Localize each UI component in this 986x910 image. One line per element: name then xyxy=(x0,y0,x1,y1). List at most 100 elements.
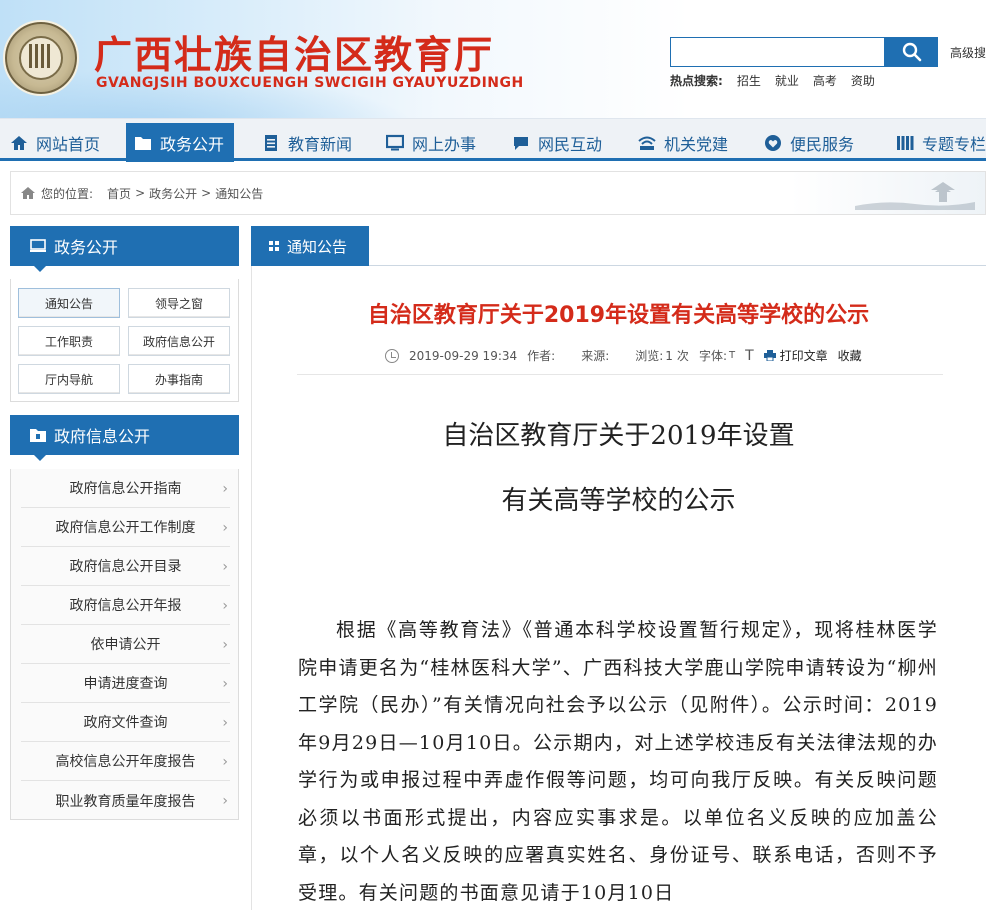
monitor-icon xyxy=(386,134,404,150)
emblem-building-icon xyxy=(29,44,53,68)
nav-item-interaction[interactable]: 网民互动 xyxy=(512,123,602,162)
sidebar-list-item[interactable]: 政府信息公开工作制度 › xyxy=(21,508,230,547)
chat-icon xyxy=(514,136,528,150)
font-large-button[interactable]: T xyxy=(745,348,754,364)
list-item-label: 政府信息公开指南 xyxy=(69,481,182,497)
article-author-label: 作者: xyxy=(527,349,556,363)
breadcrumb-item-home[interactable]: 首页 xyxy=(107,185,131,202)
sidebar-list-item[interactable]: 依申请公开 › xyxy=(21,625,230,664)
sidebar-link-leadership[interactable]: 领导之窗 xyxy=(128,288,230,318)
search-button[interactable] xyxy=(885,37,938,67)
list-item-label: 政府文件查询 xyxy=(83,715,168,731)
article-views-label: 浏览: xyxy=(635,349,664,363)
sidebar-link-service-guide[interactable]: 办事指南 xyxy=(128,364,230,394)
site-title[interactable]: 广西壮族自治区教育厅 xyxy=(94,24,494,79)
search-input[interactable] xyxy=(670,37,885,67)
sidebar-link-internal-nav[interactable]: 厅内导航 xyxy=(18,364,120,394)
article-title: 自治区教育厅关于2019年设置有关高等学校的公示 xyxy=(367,303,870,328)
printer-icon xyxy=(763,350,776,361)
list-item-label: 政府信息公开目录 xyxy=(69,559,182,575)
sidebar-gov-affairs-panel: 通知公告 领导之窗 工作职责 政府信息公开 厅内导航 办事指南 xyxy=(10,279,239,402)
list-item-label: 高校信息公开年度报告 xyxy=(55,754,196,770)
heart-icon xyxy=(765,134,781,151)
article-views-value: 1 xyxy=(665,348,673,363)
hot-search-item[interactable]: 高考 xyxy=(813,72,837,89)
grid-icon xyxy=(269,241,279,251)
nav-item-public-service[interactable]: 便民服务 xyxy=(764,123,854,162)
tab-label: 通知公告 xyxy=(287,237,348,256)
sidebar-list-item[interactable]: 政府信息公开指南 › xyxy=(21,469,230,508)
nav-item-party-building[interactable]: 机关党建 xyxy=(638,123,728,162)
sidebar-list-item[interactable]: 政府文件查询 › xyxy=(21,703,230,742)
article-source-label: 来源: xyxy=(581,349,610,363)
nav-label: 网上办事 xyxy=(412,134,477,154)
sidebar-list-item[interactable]: 申请进度查询 › xyxy=(21,664,230,703)
breadcrumb-label: 您的位置: xyxy=(41,186,94,201)
hot-search-bar: 热点搜索: 招生 就业 高考 资助 xyxy=(670,72,875,89)
sidebar-gov-info-panel: 政府信息公开指南 › 政府信息公开工作制度 › 政府信息公开目录 › 政府信息公开年报… xyxy=(10,469,239,820)
breadcrumb: 您的位置: 首页 > 政务公开 > 通知公告 xyxy=(10,171,986,215)
pagoda-decoration xyxy=(855,182,975,210)
nav-label: 政务公开 xyxy=(160,134,225,154)
nav-item-special-topics[interactable]: 专题专栏 xyxy=(896,123,986,162)
main-section-header: 通知公告 xyxy=(251,226,986,266)
nav-label: 网站首页 xyxy=(36,134,101,154)
nav-item-news[interactable]: 教育新闻 xyxy=(262,123,352,162)
nav-label: 机关党建 xyxy=(664,134,729,154)
sidebar-list-item[interactable]: 职业教育质量年度报告 › xyxy=(21,781,230,820)
main-nav: 网站首页 政务公开 教育新闻 网上办事 网民互动 机关党建 便民服务 专题专栏 xyxy=(0,118,986,162)
chevron-right-icon: › xyxy=(222,559,228,575)
nav-label: 便民服务 xyxy=(790,134,855,154)
article-meta: 2019-09-29 19:34 作者: 来源: 浏览: 1 次 字体: T T… xyxy=(385,347,872,364)
nav-item-home[interactable]: 网站首页 xyxy=(10,123,100,162)
sidebar-list-item[interactable]: 政府信息公开年报 › xyxy=(21,586,230,625)
sidebar-section-gov-info-header: 政府信息公开 xyxy=(10,415,239,461)
nav-label: 专题专栏 xyxy=(922,134,986,154)
article-views-unit: 次 xyxy=(676,349,689,363)
folder-icon xyxy=(135,136,151,150)
breadcrumb-item-notices[interactable]: 通知公告 xyxy=(215,185,263,202)
chevron-right-icon: › xyxy=(222,637,228,653)
sidebar-section-title: 政府信息公开 xyxy=(54,427,151,446)
sidebar-list-item[interactable]: 政府信息公开目录 › xyxy=(21,547,230,586)
article-datetime: 2019-09-29 19:34 xyxy=(409,348,518,363)
hot-search-item[interactable]: 招生 xyxy=(737,72,761,89)
article-paragraph: 根据《高等教育法》《普通本科学校设置暂行规定》，现将桂林医学院申请更名为“桂林医… xyxy=(298,619,938,904)
search-icon xyxy=(902,42,921,62)
list-item-label: 政府信息公开工作制度 xyxy=(55,520,196,536)
list-item-label: 申请进度查询 xyxy=(83,676,168,692)
nav-label: 网民互动 xyxy=(538,134,603,154)
sidebar-list-item[interactable]: 高校信息公开年度报告 › xyxy=(21,742,230,781)
sidebar-link-notices[interactable]: 通知公告 xyxy=(18,288,120,318)
nav-item-online-service[interactable]: 网上办事 xyxy=(386,123,476,162)
sidebar-link-duties[interactable]: 工作职责 xyxy=(18,326,120,356)
favorite-link[interactable]: 收藏 xyxy=(838,347,862,364)
font-small-button[interactable]: T xyxy=(729,350,735,361)
chevron-right-icon: › xyxy=(222,481,228,497)
chevron-right-icon: › xyxy=(222,754,228,770)
emblem-logo[interactable] xyxy=(3,20,79,96)
hot-search-item[interactable]: 资助 xyxy=(851,72,875,89)
tab-notices[interactable]: 通知公告 xyxy=(251,226,369,266)
breadcrumb-separator: > xyxy=(135,186,146,200)
folder-info-icon xyxy=(30,429,46,442)
sidebar-section-title: 政务公开 xyxy=(54,238,119,257)
piano-icon xyxy=(897,135,914,150)
monitor-icon xyxy=(30,239,46,252)
chevron-right-icon: › xyxy=(222,715,228,731)
document-title-line1: 自治区教育厅关于2019年设置 xyxy=(442,421,795,451)
sidebar-link-gov-info[interactable]: 政府信息公开 xyxy=(128,326,230,356)
print-article-link[interactable]: 打印文章 xyxy=(780,347,828,364)
document-icon xyxy=(265,134,277,151)
advanced-search-link[interactable]: 高级搜 xyxy=(950,44,986,61)
clock-icon xyxy=(385,348,399,363)
breadcrumb-item-gov-affairs[interactable]: 政务公开 xyxy=(149,185,197,202)
home-icon xyxy=(21,187,35,199)
breadcrumb-separator: > xyxy=(201,186,212,200)
nav-item-gov-affairs[interactable]: 政务公开 xyxy=(126,123,235,162)
article-body: 根据《高等教育法》《普通本科学校设置暂行规定》，现将桂林医学院申请更名为“桂林医… xyxy=(298,612,938,910)
site-header: 广西壮族自治区教育厅 GVANGJSIH BOUXCUENGH SWCIGIH … xyxy=(0,0,986,118)
hot-search-item[interactable]: 就业 xyxy=(775,72,799,89)
sidebar-section-gov-affairs-header: 政务公开 xyxy=(10,226,239,272)
font-size-label: 字体: xyxy=(698,349,727,363)
